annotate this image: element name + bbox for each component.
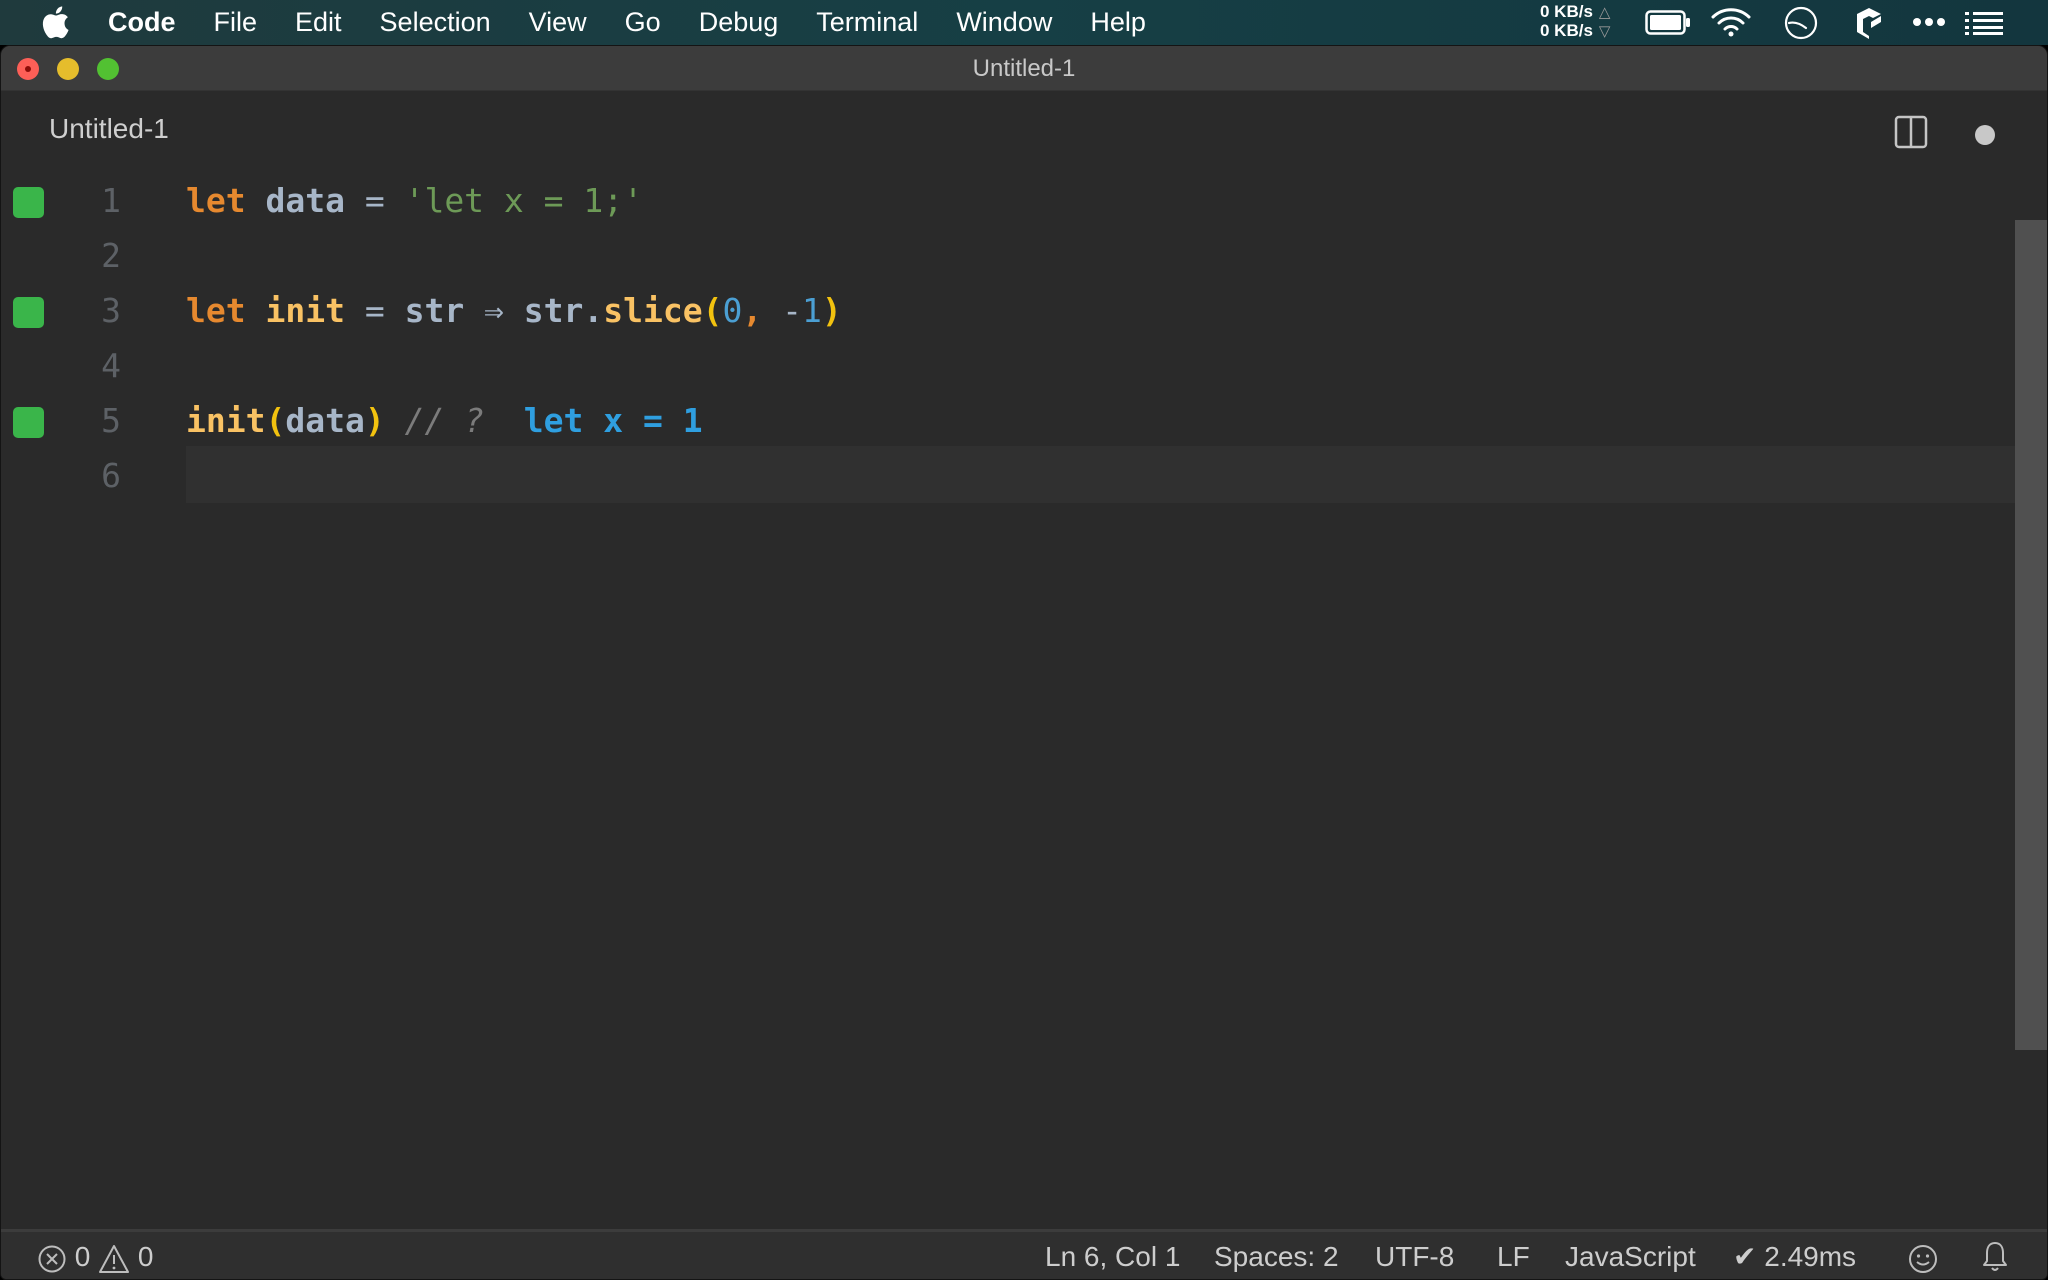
line-number: 6 xyxy=(101,456,121,495)
menu-selection[interactable]: Selection xyxy=(380,7,491,38)
vscode-window: Untitled-1 Untitled-1 1 let data = 'let x… xyxy=(0,45,2048,1280)
menu-window[interactable]: Window xyxy=(956,7,1052,38)
code-token: data xyxy=(285,401,365,440)
code-line[interactable]: 2 xyxy=(1,228,2015,283)
code-token: ) xyxy=(821,291,842,330)
code-token: 0 xyxy=(722,291,743,330)
language-mode[interactable]: JavaScript xyxy=(1565,1232,1696,1279)
code-editor[interactable]: 1 let data = 'let x = 1;' 2 3 let init = str… xyxy=(1,171,2047,1228)
code-token: init xyxy=(186,401,266,440)
menu-view[interactable]: View xyxy=(529,7,587,38)
menu-app-code[interactable]: Code xyxy=(108,7,176,38)
menu-edit[interactable]: Edit xyxy=(295,7,342,38)
code-token: 'let x = 1;' xyxy=(404,181,643,220)
code-line[interactable]: 6 xyxy=(1,446,2015,503)
cursor-position[interactable]: Ln 6, Col 1 xyxy=(1045,1232,1180,1279)
tab-untitled-1[interactable]: Untitled-1 xyxy=(49,113,169,145)
error-icon xyxy=(38,1245,66,1273)
macos-menu-bar: Code File Edit Selection View Go Debug T… xyxy=(0,0,2048,45)
title-bar[interactable]: Untitled-1 xyxy=(1,46,2047,91)
smiley-icon xyxy=(1909,1245,1937,1273)
code-token: data xyxy=(265,181,345,220)
clock-icon[interactable] xyxy=(1784,6,1818,40)
box-app-icon[interactable] xyxy=(1855,6,1883,40)
list-menu-icon[interactable] xyxy=(1965,11,2003,35)
menu-debug[interactable]: Debug xyxy=(699,7,779,38)
line-number: 5 xyxy=(101,401,121,440)
code-token: 1 xyxy=(802,291,822,330)
battery-icon[interactable] xyxy=(1645,10,1691,36)
code-line[interactable]: 1 let data = 'let x = 1;' xyxy=(1,173,2015,228)
line-code: let data = 'let x = 1;' xyxy=(186,173,643,228)
inline-result: let x = 1 xyxy=(503,401,703,440)
line-number: 3 xyxy=(101,291,121,330)
line-number: 2 xyxy=(101,236,121,275)
wifi-icon[interactable] xyxy=(1710,6,1752,38)
warning-icon xyxy=(99,1244,130,1273)
apple-logo-icon[interactable] xyxy=(40,4,70,40)
vertical-scrollbar[interactable] xyxy=(2015,220,2047,1050)
notifications-button[interactable] xyxy=(1981,1240,2009,1274)
feedback-button[interactable] xyxy=(1907,1241,1939,1273)
line-number: 1 xyxy=(101,181,121,220)
quokka-timing[interactable]: ✔ 2.49ms xyxy=(1733,1232,1856,1279)
line-code: init(data) // ? let x = 1 xyxy=(186,393,703,448)
menu-help[interactable]: Help xyxy=(1090,7,1146,38)
menu-terminal[interactable]: Terminal xyxy=(816,7,918,38)
split-editor-icon[interactable] xyxy=(1894,115,1928,149)
code-token: str xyxy=(404,291,465,330)
code-line[interactable]: 5 init(data) // ? let x = 1 xyxy=(1,393,2015,448)
code-token: init xyxy=(265,291,345,330)
upload-arrow-icon: △ xyxy=(1598,4,1611,21)
code-token: // ? xyxy=(384,401,504,440)
current-line-highlight xyxy=(186,446,2015,503)
bell-icon xyxy=(1983,1242,2007,1271)
error-count: 0 xyxy=(74,1241,91,1272)
code-token: ( xyxy=(265,401,286,440)
unsaved-dot-icon[interactable] xyxy=(1975,125,1995,145)
code-token: = xyxy=(344,181,405,220)
code-token: = xyxy=(344,291,405,330)
warning-count: 0 xyxy=(137,1241,154,1272)
code-token: ) xyxy=(364,401,385,440)
menu-items: Code File Edit Selection View Go Debug T… xyxy=(108,0,1184,45)
coverage-marker-icon xyxy=(13,407,44,438)
download-arrow-icon: ▽ xyxy=(1598,23,1611,40)
problems-indicator[interactable]: 0 0 xyxy=(37,1232,154,1279)
indentation-setting[interactable]: Spaces: 2 xyxy=(1214,1232,1339,1279)
code-token: str. xyxy=(523,291,604,330)
download-speed: 0 KB/s xyxy=(1540,21,1593,40)
code-token: ( xyxy=(702,291,723,330)
line-number: 4 xyxy=(101,346,121,385)
code-token: , xyxy=(742,291,783,330)
code-token: slice xyxy=(603,291,703,330)
code-token: let xyxy=(186,291,246,330)
upload-speed: 0 KB/s xyxy=(1540,2,1593,21)
code-token: ⇒ xyxy=(464,291,524,330)
code-line[interactable]: 3 let init = str ⇒ str.slice(0, -1) xyxy=(1,283,2015,338)
editor-tab-bar: Untitled-1 xyxy=(1,91,2047,171)
coverage-marker-icon xyxy=(13,297,44,328)
coverage-marker-icon xyxy=(13,187,44,218)
menu-file[interactable]: File xyxy=(214,7,258,38)
network-speed-indicator[interactable]: 0 KB/s △ 0 KB/s ▽ xyxy=(1540,3,1610,41)
encoding-setting[interactable]: UTF-8 xyxy=(1375,1232,1454,1279)
eol-setting[interactable]: LF xyxy=(1497,1232,1530,1279)
status-bar: 0 0 Ln 6, Col 1 Spaces: 2 UTF-8 LF JavaS… xyxy=(1,1229,2047,1279)
menu-go[interactable]: Go xyxy=(625,7,661,38)
more-dots-icon[interactable] xyxy=(1912,17,1946,27)
code-token: - xyxy=(782,291,802,330)
code-line[interactable]: 4 xyxy=(1,338,2015,393)
window-title: Untitled-1 xyxy=(972,55,1076,82)
line-code: let init = str ⇒ str.slice(0, -1) xyxy=(186,283,842,338)
code-token: let xyxy=(186,181,246,220)
